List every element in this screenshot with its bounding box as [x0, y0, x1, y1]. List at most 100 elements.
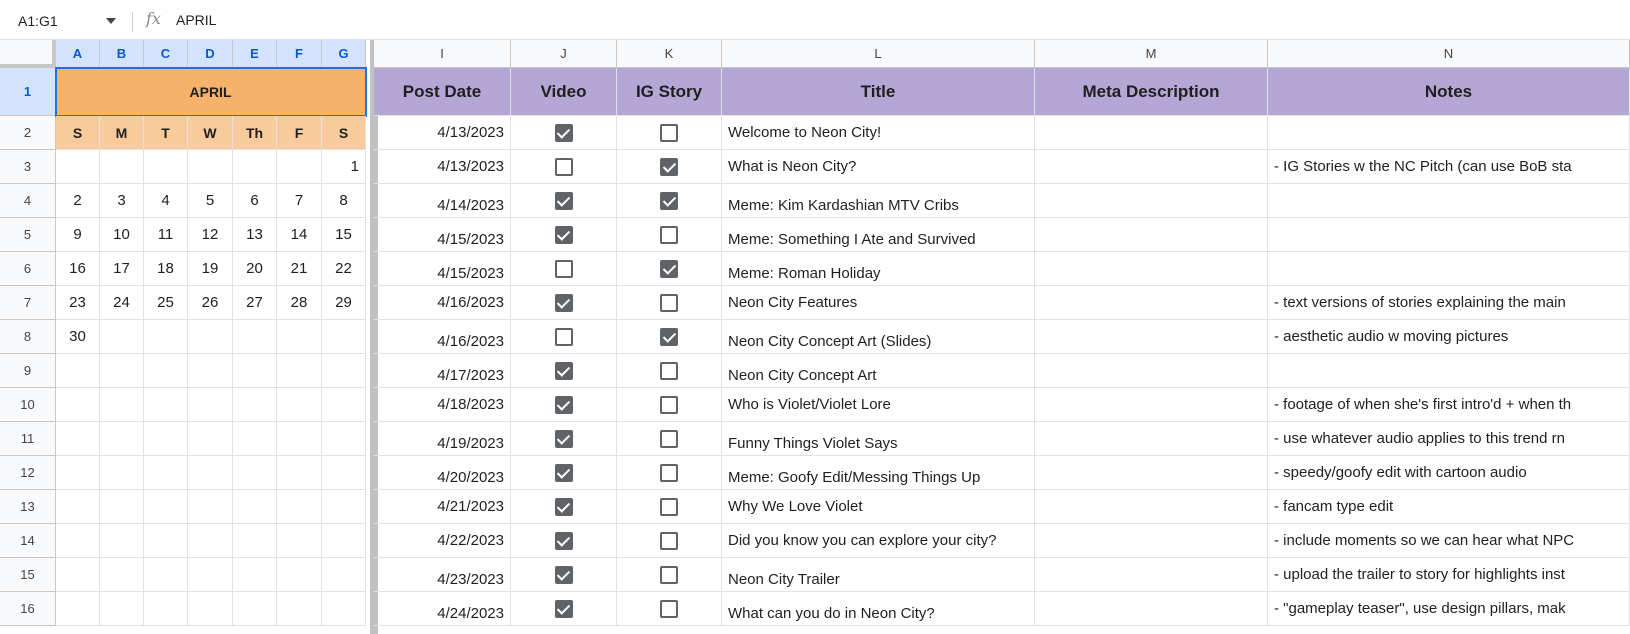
calendar-day-cell[interactable] — [277, 354, 322, 388]
weekday-2[interactable]: T — [144, 116, 188, 150]
calendar-day-cell[interactable]: 5 — [188, 184, 233, 218]
post-date-cell[interactable]: 4/16/2023 — [374, 320, 511, 354]
calendar-day-cell[interactable] — [233, 422, 277, 456]
calendar-day-cell[interactable] — [188, 354, 233, 388]
notes-cell[interactable]: - footage of when she's first intro'd + … — [1268, 388, 1630, 422]
title-cell[interactable]: Meme: Something I Ate and Survived — [722, 218, 1035, 252]
ig-story-cell[interactable] — [617, 252, 722, 286]
weekday-1[interactable]: M — [100, 116, 144, 150]
checkbox-icon[interactable] — [660, 191, 678, 210]
calendar-day-cell[interactable]: 14 — [277, 218, 322, 252]
calendar-day-cell[interactable] — [144, 320, 188, 354]
column-header-k[interactable]: K — [617, 40, 722, 68]
meta-description-cell[interactable] — [1035, 490, 1268, 524]
calendar-day-cell[interactable]: 22 — [322, 252, 366, 286]
column-header-n[interactable]: N — [1268, 40, 1630, 68]
calendar-day-cell[interactable] — [56, 456, 100, 490]
calendar-day-cell[interactable] — [56, 388, 100, 422]
calendar-day-cell[interactable]: 1 — [322, 150, 366, 184]
meta-description-cell[interactable] — [1035, 558, 1268, 592]
calendar-day-cell[interactable] — [233, 558, 277, 592]
checkbox-icon[interactable] — [660, 429, 678, 448]
calendar-day-cell[interactable] — [322, 524, 366, 558]
title-cell[interactable]: Funny Things Violet Says — [722, 422, 1035, 456]
meta-description-cell[interactable] — [1035, 422, 1268, 456]
post-date-cell[interactable]: 4/18/2023 — [374, 388, 511, 422]
ig-story-cell[interactable] — [617, 116, 722, 150]
meta-description-cell[interactable] — [1035, 184, 1268, 218]
row-header-2[interactable]: 2 — [0, 116, 56, 150]
checkbox-icon[interactable] — [554, 531, 573, 550]
checkbox-icon[interactable] — [660, 497, 678, 516]
checkbox-icon[interactable] — [660, 531, 678, 550]
post-date-cell[interactable]: 4/15/2023 — [374, 252, 511, 286]
video-cell[interactable] — [511, 456, 617, 490]
notes-cell[interactable]: - speedy/goofy edit with cartoon audio — [1268, 456, 1630, 490]
calendar-day-cell[interactable] — [277, 456, 322, 490]
calendar-day-cell[interactable] — [144, 150, 188, 184]
calendar-day-cell[interactable] — [56, 354, 100, 388]
ig-story-cell[interactable] — [617, 524, 722, 558]
weekday-4[interactable]: Th — [233, 116, 277, 150]
row-header-5[interactable]: 5 — [0, 218, 56, 252]
calendar-day-cell[interactable] — [233, 320, 277, 354]
calendar-day-cell[interactable] — [188, 422, 233, 456]
checkbox-icon[interactable] — [554, 565, 573, 584]
calendar-day-cell[interactable]: 7 — [277, 184, 322, 218]
video-cell[interactable] — [511, 558, 617, 592]
table-header-title[interactable]: Title — [722, 68, 1035, 116]
calendar-day-cell[interactable]: 24 — [100, 286, 144, 320]
video-cell[interactable] — [511, 388, 617, 422]
calendar-day-cell[interactable]: 21 — [277, 252, 322, 286]
row-header-7[interactable]: 7 — [0, 286, 56, 320]
row-header-9[interactable]: 9 — [0, 354, 56, 388]
ig-story-cell[interactable] — [617, 286, 722, 320]
meta-description-cell[interactable] — [1035, 252, 1268, 286]
checkbox-icon[interactable] — [660, 565, 678, 584]
calendar-day-cell[interactable] — [188, 524, 233, 558]
video-cell[interactable] — [511, 286, 617, 320]
checkbox-icon[interactable] — [660, 293, 678, 312]
column-header-f[interactable]: F — [277, 40, 322, 68]
row-header-10[interactable]: 10 — [0, 388, 56, 422]
calendar-day-cell[interactable]: 17 — [100, 252, 144, 286]
ig-story-cell[interactable] — [617, 320, 722, 354]
table-header-ig-story[interactable]: IG Story — [617, 68, 722, 116]
calendar-day-cell[interactable] — [144, 490, 188, 524]
row-header-3[interactable]: 3 — [0, 150, 56, 184]
row-header-4[interactable]: 4 — [0, 184, 56, 218]
calendar-day-cell[interactable]: 20 — [233, 252, 277, 286]
video-cell[interactable] — [511, 422, 617, 456]
table-header-video[interactable]: Video — [511, 68, 617, 116]
video-cell[interactable] — [511, 116, 617, 150]
calendar-day-cell[interactable] — [233, 524, 277, 558]
weekday-3[interactable]: W — [188, 116, 233, 150]
calendar-day-cell[interactable] — [100, 388, 144, 422]
ig-story-cell[interactable] — [617, 388, 722, 422]
notes-cell[interactable]: - fancam type edit — [1268, 490, 1630, 524]
post-date-cell[interactable]: 4/24/2023 — [374, 592, 511, 626]
calendar-day-cell[interactable] — [144, 354, 188, 388]
meta-description-cell[interactable] — [1035, 116, 1268, 150]
meta-description-cell[interactable] — [1035, 456, 1268, 490]
column-header-e[interactable]: E — [233, 40, 277, 68]
post-date-cell[interactable]: 4/14/2023 — [374, 184, 511, 218]
video-cell[interactable] — [511, 150, 617, 184]
calendar-day-cell[interactable] — [322, 558, 366, 592]
title-cell[interactable]: Neon City Features — [722, 286, 1035, 320]
title-cell[interactable]: Meme: Goofy Edit/Messing Things Up — [722, 456, 1035, 490]
checkbox-icon[interactable] — [660, 463, 678, 482]
checkbox-icon[interactable] — [554, 395, 573, 414]
calendar-day-cell[interactable]: 25 — [144, 286, 188, 320]
calendar-day-cell[interactable] — [277, 490, 322, 524]
notes-cell[interactable]: - aesthetic audio w moving pictures — [1268, 320, 1630, 354]
calendar-day-cell[interactable] — [56, 558, 100, 592]
calendar-day-cell[interactable] — [144, 558, 188, 592]
title-cell[interactable]: Neon City Concept Art (Slides) — [722, 320, 1035, 354]
calendar-day-cell[interactable] — [100, 524, 144, 558]
notes-cell[interactable]: - IG Stories w the NC Pitch (can use BoB… — [1268, 150, 1630, 184]
calendar-day-cell[interactable]: 18 — [144, 252, 188, 286]
checkbox-icon[interactable] — [554, 599, 573, 618]
ig-story-cell[interactable] — [617, 456, 722, 490]
video-cell[interactable] — [511, 252, 617, 286]
